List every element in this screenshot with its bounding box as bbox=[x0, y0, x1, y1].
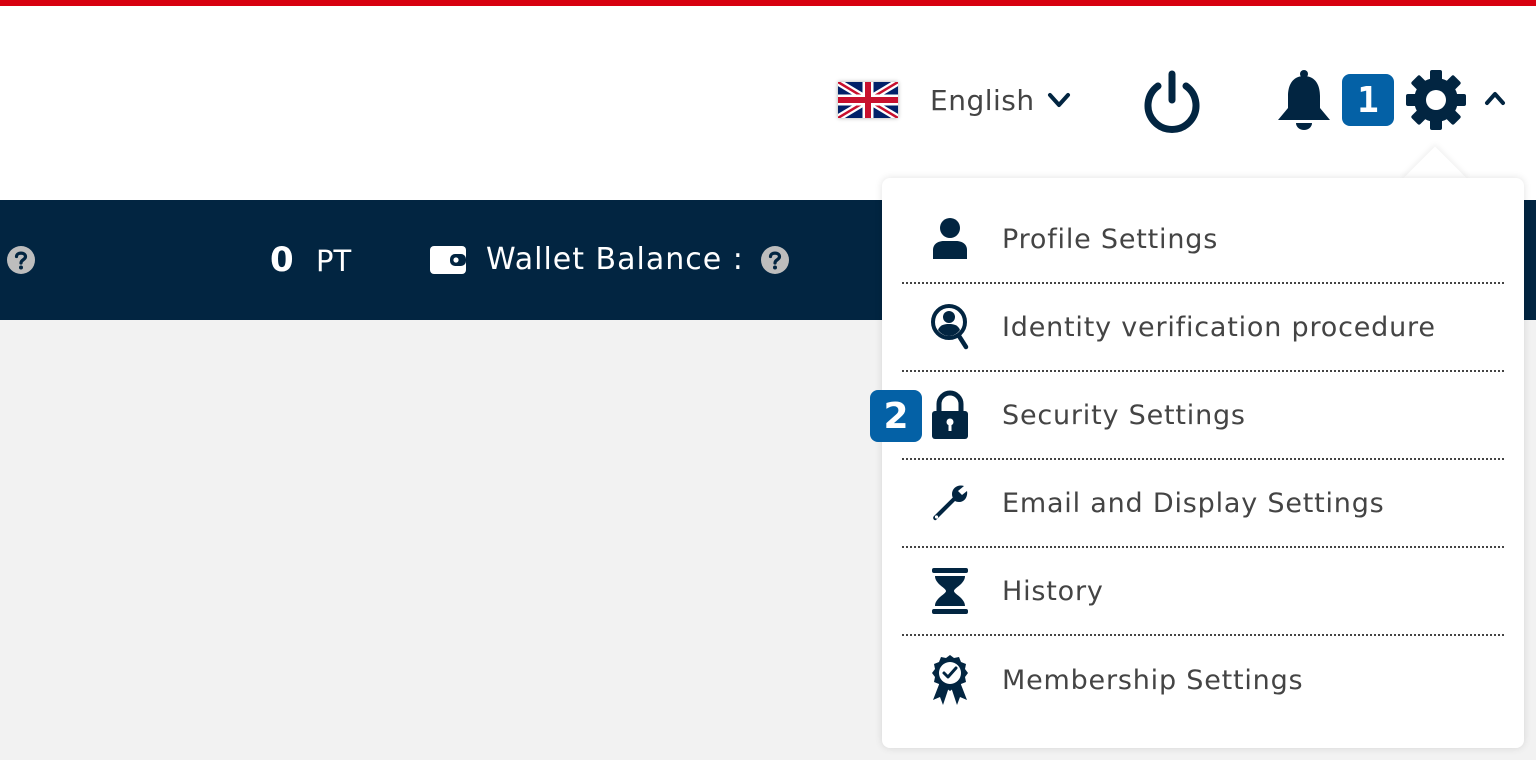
bell-icon[interactable] bbox=[1274, 68, 1334, 130]
chevron-up-icon[interactable] bbox=[1484, 88, 1506, 108]
help-icon[interactable] bbox=[7, 246, 35, 274]
annotation-badge-1: 1 bbox=[1342, 74, 1394, 126]
user-icon bbox=[930, 214, 970, 264]
award-icon bbox=[930, 655, 970, 705]
annotation-badge-2: 2 bbox=[870, 390, 922, 442]
wrench-icon bbox=[930, 478, 970, 528]
lock-icon bbox=[930, 390, 970, 440]
power-icon[interactable] bbox=[1140, 68, 1204, 134]
help-icon[interactable] bbox=[761, 246, 789, 274]
menu-item-profile-settings[interactable]: Profile Settings bbox=[902, 196, 1504, 284]
wallet-icon bbox=[430, 246, 466, 274]
identity-search-icon bbox=[930, 302, 970, 352]
menu-item-membership-settings[interactable]: Membership Settings bbox=[902, 636, 1504, 724]
uk-flag-icon[interactable] bbox=[838, 82, 898, 118]
points-value: 0 bbox=[270, 240, 294, 280]
gear-icon[interactable] bbox=[1404, 68, 1468, 132]
chevron-down-icon[interactable] bbox=[1046, 88, 1072, 112]
menu-item-security-settings[interactable]: Security Settings bbox=[902, 372, 1504, 460]
menu-item-history[interactable]: History bbox=[902, 548, 1504, 636]
points-unit: PT bbox=[316, 244, 352, 278]
menu-item-email-display-settings[interactable]: Email and Display Settings bbox=[902, 460, 1504, 548]
menu-item-identity-verification[interactable]: Identity verification procedure bbox=[902, 284, 1504, 372]
settings-menu: Profile Settings Identity verification p… bbox=[902, 196, 1504, 724]
wallet-balance-label: Wallet Balance : bbox=[486, 242, 744, 277]
hourglass-icon bbox=[930, 566, 970, 616]
language-selector[interactable]: English bbox=[930, 84, 1035, 117]
